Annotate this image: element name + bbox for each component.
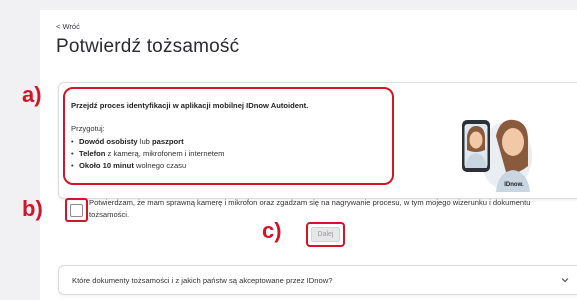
annotation-label-b: b)	[22, 196, 43, 221]
phone-selfie-icon: IDnow.	[462, 119, 532, 192]
list-item: • Telefon z kamerą, mikrofonem i internet…	[71, 149, 225, 158]
next-button[interactable]: Dalej	[311, 227, 340, 242]
consent-checkbox[interactable]	[70, 204, 83, 217]
list-item: • Około 10 minut wolnego czasu	[71, 161, 187, 170]
idnow-brand-label: IDnow.	[504, 182, 524, 188]
list-item: • Dowód osobisty lub paszport	[71, 137, 184, 146]
prepare-list: • Dowód osobisty lub paszport • Telefon z …	[71, 136, 224, 172]
chevron-down-icon[interactable]	[561, 277, 569, 283]
annotation-label-c: c)	[262, 218, 282, 243]
page-title: Potwierdź tożsamość	[56, 36, 240, 57]
info-heading: Przejdź proces identyfikacji w aplikacji…	[71, 101, 309, 110]
consent-text: Potwierdzam, że mam sprawną kamerę i mik…	[89, 198, 531, 219]
prepare-label: Przygotuj:	[71, 124, 105, 133]
faq-question[interactable]: Które dokumenty tożsamości i z jakich pa…	[72, 276, 332, 285]
back-link[interactable]: < Wróć	[56, 22, 80, 31]
annotation-label-a: a)	[22, 82, 42, 107]
